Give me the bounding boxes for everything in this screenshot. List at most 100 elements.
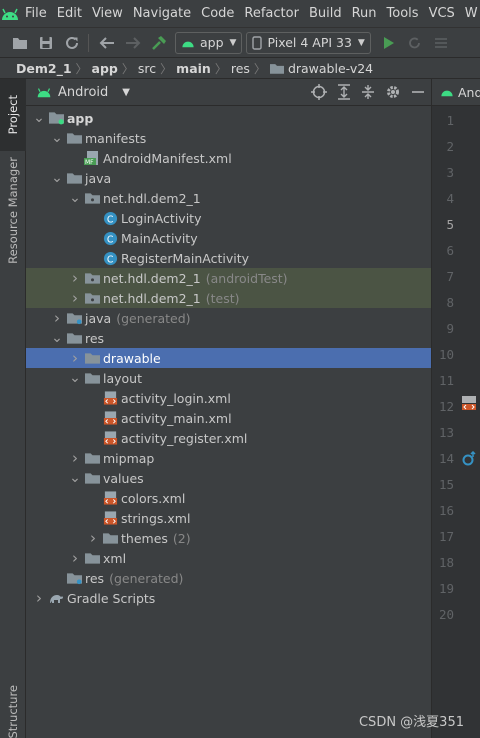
tree-row-net-hdl-dem2-1[interactable]: › net.hdl.dem2_1 (androidTest)	[26, 268, 431, 288]
chevron-down-icon[interactable]: ⌄	[68, 371, 82, 385]
chevron-right-icon: 〉	[214, 61, 227, 76]
tree-row-xml[interactable]: › xml	[26, 548, 431, 568]
breadcrumb-src[interactable]: src	[138, 61, 156, 76]
sync-button[interactable]	[60, 31, 84, 55]
tree-row-res[interactable]: res (generated)	[26, 568, 431, 588]
tab-structure[interactable]: Structure	[0, 679, 26, 738]
chevron-right-icon[interactable]: ›	[32, 589, 46, 607]
tree-row-net-hdl-dem2-1[interactable]: › net.hdl.dem2_1 (test)	[26, 288, 431, 308]
line-number: 13	[438, 425, 454, 440]
line-number: 9	[446, 321, 454, 336]
tree-row-java[interactable]: › java (generated)	[26, 308, 431, 328]
tree-row-values[interactable]: ⌄ values	[26, 468, 431, 488]
tree-item-label: net.hdl.dem2_1	[103, 190, 201, 206]
chevron-right-icon[interactable]: ›	[86, 529, 100, 547]
module-icon	[48, 110, 64, 126]
breadcrumb-drawable-v24[interactable]: drawable-v24	[288, 61, 373, 76]
folder-icon	[66, 130, 82, 146]
menu-view[interactable]: View	[87, 6, 128, 21]
line-number: 3	[446, 165, 454, 180]
breadcrumb-res[interactable]: res	[231, 61, 250, 76]
menu-vcs[interactable]: VCS	[424, 6, 460, 21]
project-view-select[interactable]: Android ▼	[26, 85, 130, 100]
tree-row-activity-register-xml[interactable]: activity_register.xml	[26, 428, 431, 448]
tree-row-androidmanifest-xml[interactable]: MF AndroidManifest.xml	[26, 148, 431, 168]
tree-row-java[interactable]: ⌄ java	[26, 168, 431, 188]
tree-row-strings-xml[interactable]: strings.xml	[26, 508, 431, 528]
chevron-right-icon[interactable]: ›	[68, 549, 82, 567]
apply-changes-button[interactable]	[403, 31, 427, 55]
chevron-right-icon[interactable]: ›	[68, 449, 82, 467]
collapse-all-icon[interactable]	[361, 84, 375, 100]
chevron-right-icon[interactable]: ›	[68, 349, 82, 367]
chevron-right-icon[interactable]: ›	[68, 269, 82, 287]
breadcrumb-project[interactable]: Dem2_1	[16, 61, 72, 76]
device-select[interactable]: Pixel 4 API 33 ▼	[246, 31, 371, 54]
generated-folder-icon	[66, 570, 82, 586]
line-number: 20	[438, 607, 454, 622]
chevron-down-icon[interactable]: ⌄	[68, 471, 82, 485]
chevron-down-icon[interactable]: ⌄	[50, 331, 64, 345]
package-icon	[84, 270, 100, 286]
folder-icon	[84, 450, 100, 466]
chevron-down-icon[interactable]: ⌄	[50, 131, 64, 145]
tree-item-label: manifests	[85, 130, 147, 146]
menu-navigate[interactable]: Navigate	[128, 6, 196, 21]
editor-tab[interactable]: Andro	[432, 79, 480, 106]
expand-all-icon[interactable]	[337, 84, 351, 100]
svg-text:MF: MF	[85, 159, 94, 166]
folder-icon	[84, 350, 100, 366]
chevron-down-icon[interactable]: ⌄	[32, 111, 46, 125]
tree-row-manifests[interactable]: ⌄ manifests	[26, 128, 431, 148]
gear-icon[interactable]	[385, 84, 401, 100]
related-file-gutter-icon[interactable]	[461, 451, 477, 467]
tree-row-colors-xml[interactable]: colors.xml	[26, 488, 431, 508]
tree-row-loginactivity[interactable]: C LoginActivity	[26, 208, 431, 228]
locate-icon[interactable]	[311, 84, 327, 100]
tree-row-registermainactivity[interactable]: C RegisterMainActivity	[26, 248, 431, 268]
more-actions-button[interactable]	[429, 31, 453, 55]
tree-row-drawable[interactable]: › drawable	[26, 348, 431, 368]
menu-edit[interactable]: Edit	[52, 6, 87, 21]
breadcrumb-module[interactable]: app	[92, 61, 118, 76]
tree-row-net-hdl-dem2-1[interactable]: ⌄ net.hdl.dem2_1	[26, 188, 431, 208]
tree-row-layout[interactable]: ⌄ layout	[26, 368, 431, 388]
tab-resource-manager[interactable]: Resource Manager	[0, 155, 26, 265]
tree-row-activity-main-xml[interactable]: activity_main.xml	[26, 408, 431, 428]
chevron-down-icon[interactable]: ⌄	[68, 191, 82, 205]
tree-row-activity-login-xml[interactable]: activity_login.xml	[26, 388, 431, 408]
tree-row-gradle-scripts[interactable]: › Gradle Scripts	[26, 588, 431, 608]
folder-open-icon	[13, 37, 27, 49]
tree-row-themes[interactable]: › themes (2)	[26, 528, 431, 548]
tree-row-app[interactable]: ⌄ app	[26, 108, 431, 128]
back-button[interactable]	[95, 31, 119, 55]
menu-run[interactable]: Run	[347, 6, 382, 21]
tree-row-mipmap[interactable]: › mipmap	[26, 448, 431, 468]
line-number: 1	[446, 113, 454, 128]
make-project-button[interactable]	[147, 31, 171, 55]
hide-panel-icon[interactable]	[411, 84, 425, 100]
svg-text:C: C	[106, 234, 113, 245]
chevron-right-icon[interactable]: ›	[50, 309, 64, 327]
menu-file[interactable]: File	[20, 6, 52, 21]
run-button[interactable]	[377, 31, 401, 55]
chevron-right-icon: 〉	[160, 61, 173, 76]
chevron-down-icon[interactable]: ⌄	[50, 171, 64, 185]
menu-bar: File Edit View Navigate Code Refactor Bu…	[0, 0, 480, 27]
run-config-select[interactable]: app ▼	[175, 31, 243, 54]
menu-tools[interactable]: Tools	[382, 6, 424, 21]
tree-row-mainactivity[interactable]: C MainActivity	[26, 228, 431, 248]
menu-code[interactable]: Code	[196, 6, 239, 21]
breadcrumb-main[interactable]: main	[176, 61, 211, 76]
chevron-right-icon[interactable]: ›	[68, 289, 82, 307]
tab-project[interactable]: Project	[0, 79, 26, 151]
layout-preview-gutter-icon[interactable]	[461, 395, 477, 411]
menu-build[interactable]: Build	[304, 6, 347, 21]
open-folder-button[interactable]	[8, 31, 32, 55]
save-all-button[interactable]	[34, 31, 58, 55]
values-file-icon	[102, 490, 118, 506]
forward-button[interactable]	[121, 31, 145, 55]
menu-refactor[interactable]: Refactor	[239, 6, 304, 21]
menu-window[interactable]: W	[460, 6, 480, 21]
tree-row-res[interactable]: ⌄ res	[26, 328, 431, 348]
